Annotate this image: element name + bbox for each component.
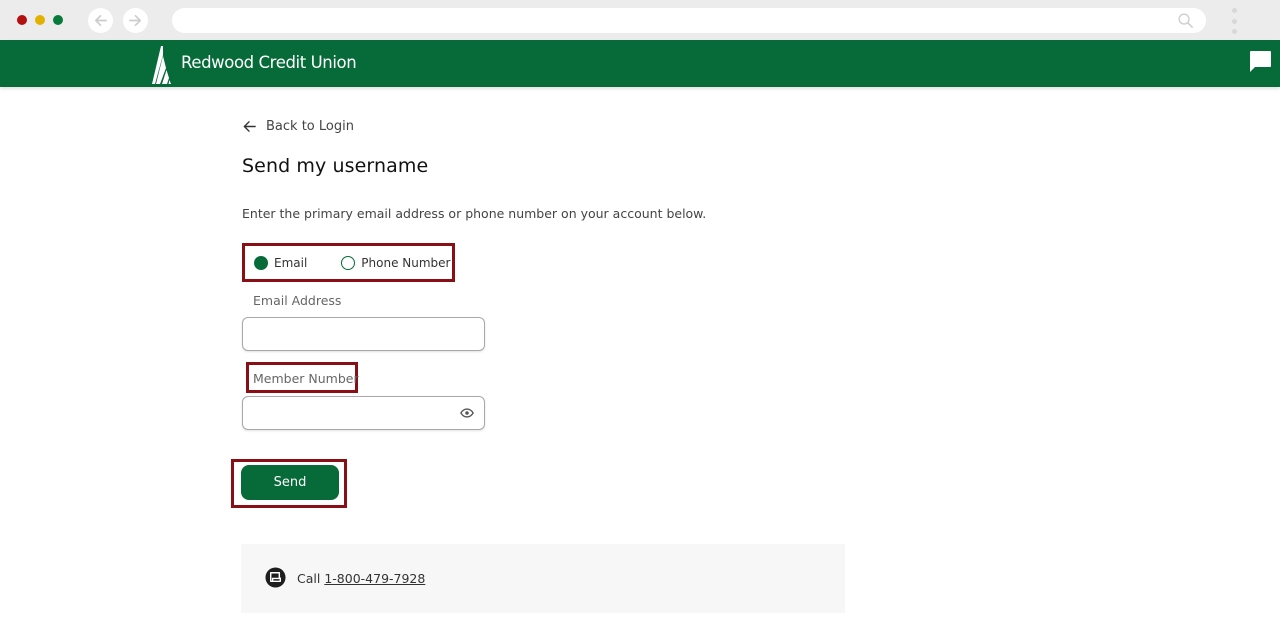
eye-icon[interactable] [460, 406, 474, 420]
instructions-text: Enter the primary email address or phone… [242, 206, 707, 221]
browser-chrome [0, 0, 1280, 40]
member-number-input[interactable] [242, 396, 485, 430]
help-call-text: Call 1-800-479-7928 [297, 571, 425, 586]
radio-email-indicator[interactable] [254, 255, 268, 270]
site-header: Redwood Credit Union [0, 40, 1280, 87]
page-title: Send my username [242, 155, 429, 177]
email-address-label: Email Address [253, 293, 342, 308]
back-link-label: Back to Login [266, 119, 354, 134]
radio-phone-label: Phone Number [361, 255, 451, 270]
arrow-left-icon [94, 14, 107, 27]
window-close-dot[interactable] [17, 15, 27, 25]
send-button[interactable]: Send [241, 465, 339, 500]
brand-logo[interactable]: Redwood Credit Union [152, 40, 357, 87]
arrow-left-icon [243, 121, 256, 132]
search-icon[interactable] [1177, 12, 1194, 29]
chat-bubble-icon[interactable] [1247, 48, 1273, 74]
browser-forward-button[interactable] [123, 8, 148, 33]
phone-chat-icon [265, 567, 286, 588]
radio-email[interactable]: Email [254, 255, 308, 270]
phone-number-link[interactable]: 1-800-479-7928 [324, 571, 425, 586]
contact-method-radio-group: Email Phone Number [242, 243, 455, 282]
window-maximize-dot[interactable] [53, 15, 63, 25]
radio-phone-indicator[interactable] [341, 255, 356, 270]
arrow-right-icon [129, 14, 142, 27]
window-minimize-dot[interactable] [35, 15, 45, 25]
call-prefix: Call [297, 571, 321, 586]
member-number-label: Member Number [253, 371, 359, 386]
radio-email-label: Email [274, 255, 308, 270]
address-bar[interactable] [172, 8, 1206, 33]
back-to-login-link[interactable]: Back to Login [242, 119, 354, 134]
brand-name: Redwood Credit Union [181, 53, 357, 72]
email-address-input[interactable] [242, 317, 485, 351]
browser-menu-icon[interactable] [1230, 8, 1238, 34]
help-contact-box: Call 1-800-479-7928 [241, 544, 845, 613]
radio-phone-number[interactable]: Phone Number [341, 255, 451, 270]
browser-back-button[interactable] [88, 8, 113, 33]
redwood-tree-logo-icon [152, 45, 171, 84]
